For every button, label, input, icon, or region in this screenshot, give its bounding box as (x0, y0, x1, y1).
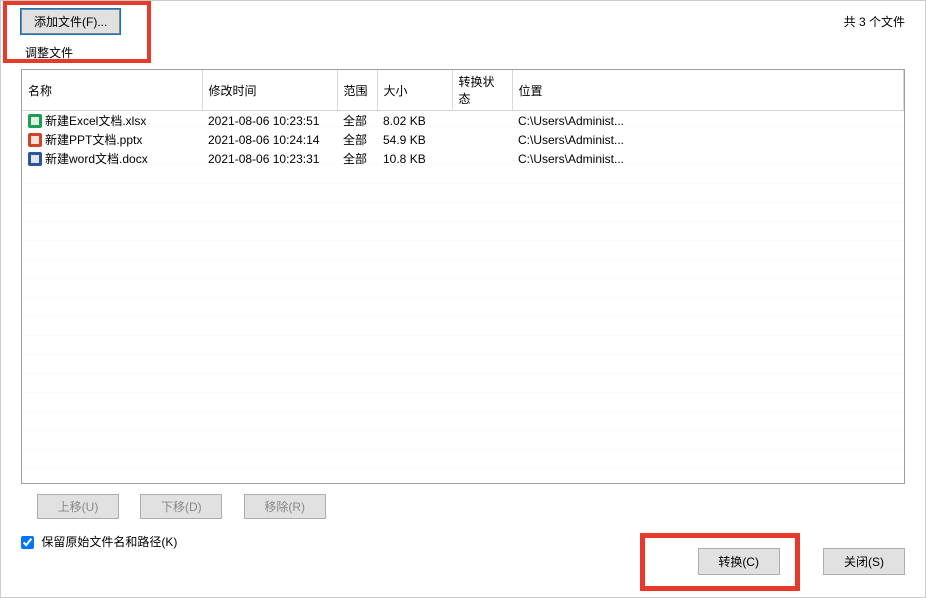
move-up-button[interactable]: 上移(U) (37, 494, 119, 519)
bottom-button-row: 转换(C) 关闭(S) (658, 548, 905, 575)
cell-location: C:\Users\Administ... (512, 130, 904, 149)
cell-range: 全部 (337, 111, 377, 131)
cell-name: 新建word文档.docx (22, 149, 202, 168)
cell-size: 10.8 KB (377, 149, 452, 168)
word-file-icon (28, 152, 42, 166)
table-row[interactable]: 新建word文档.docx 2021-08-06 10:23:31全部10.8 K… (22, 149, 904, 168)
cell-location: C:\Users\Administ... (512, 111, 904, 131)
file-name-text: 新建PPT文档.pptx (45, 133, 142, 147)
cell-status (452, 111, 512, 131)
cell-range: 全部 (337, 149, 377, 168)
convert-button[interactable]: 转换(C) (698, 548, 780, 575)
top-toolbar: 添加文件(F)... 共 3 个文件 调整文件 (1, 1, 925, 65)
file-name-text: 新建Excel文档.xlsx (45, 114, 146, 128)
add-file-button[interactable]: 添加文件(F)... (21, 9, 120, 34)
cell-size: 8.02 KB (377, 111, 452, 131)
adjust-files-label: 调整文件 (25, 44, 905, 61)
cell-name: 新建PPT文档.pptx (22, 130, 202, 149)
cell-modtime: 2021-08-06 10:23:51 (202, 111, 337, 131)
cell-status (452, 149, 512, 168)
cell-location: C:\Users\Administ... (512, 149, 904, 168)
cell-range: 全部 (337, 130, 377, 149)
col-header-size[interactable]: 大小 (377, 70, 452, 111)
excel-file-icon (28, 114, 42, 128)
file-list-container: 名称 修改时间 范围 大小 转换状态 位置 新建Excel文档.xlsx 2021… (21, 69, 905, 484)
ppt-file-icon (28, 133, 42, 147)
file-count-label: 共 3 个文件 (844, 13, 905, 30)
order-button-row: 上移(U) 下移(D) 移除(R) (1, 490, 925, 527)
table-header-row: 名称 修改时间 范围 大小 转换状态 位置 (22, 70, 904, 111)
col-header-modtime[interactable]: 修改时间 (202, 70, 337, 111)
close-button[interactable]: 关闭(S) (823, 548, 905, 575)
table-row[interactable]: 新建PPT文档.pptx 2021-08-06 10:24:14全部54.9 KB… (22, 130, 904, 149)
file-table[interactable]: 名称 修改时间 范围 大小 转换状态 位置 新建Excel文档.xlsx 2021… (22, 70, 904, 168)
keep-original-text: 保留原始文件名和路径(K) (41, 535, 177, 549)
col-header-range[interactable]: 范围 (337, 70, 377, 111)
col-header-status[interactable]: 转换状态 (452, 70, 512, 111)
keep-original-label[interactable]: 保留原始文件名和路径(K) (21, 535, 177, 549)
move-down-button[interactable]: 下移(D) (140, 494, 222, 519)
cell-modtime: 2021-08-06 10:23:31 (202, 149, 337, 168)
cell-size: 54.9 KB (377, 130, 452, 149)
file-name-text: 新建word文档.docx (45, 152, 148, 166)
col-header-name[interactable]: 名称 (22, 70, 202, 111)
table-row[interactable]: 新建Excel文档.xlsx 2021-08-06 10:23:51全部8.02 … (22, 111, 904, 131)
cell-modtime: 2021-08-06 10:24:14 (202, 130, 337, 149)
remove-button[interactable]: 移除(R) (244, 494, 326, 519)
keep-original-checkbox[interactable] (21, 536, 34, 549)
col-header-location[interactable]: 位置 (512, 70, 904, 111)
cell-name: 新建Excel文档.xlsx (22, 111, 202, 131)
cell-status (452, 130, 512, 149)
